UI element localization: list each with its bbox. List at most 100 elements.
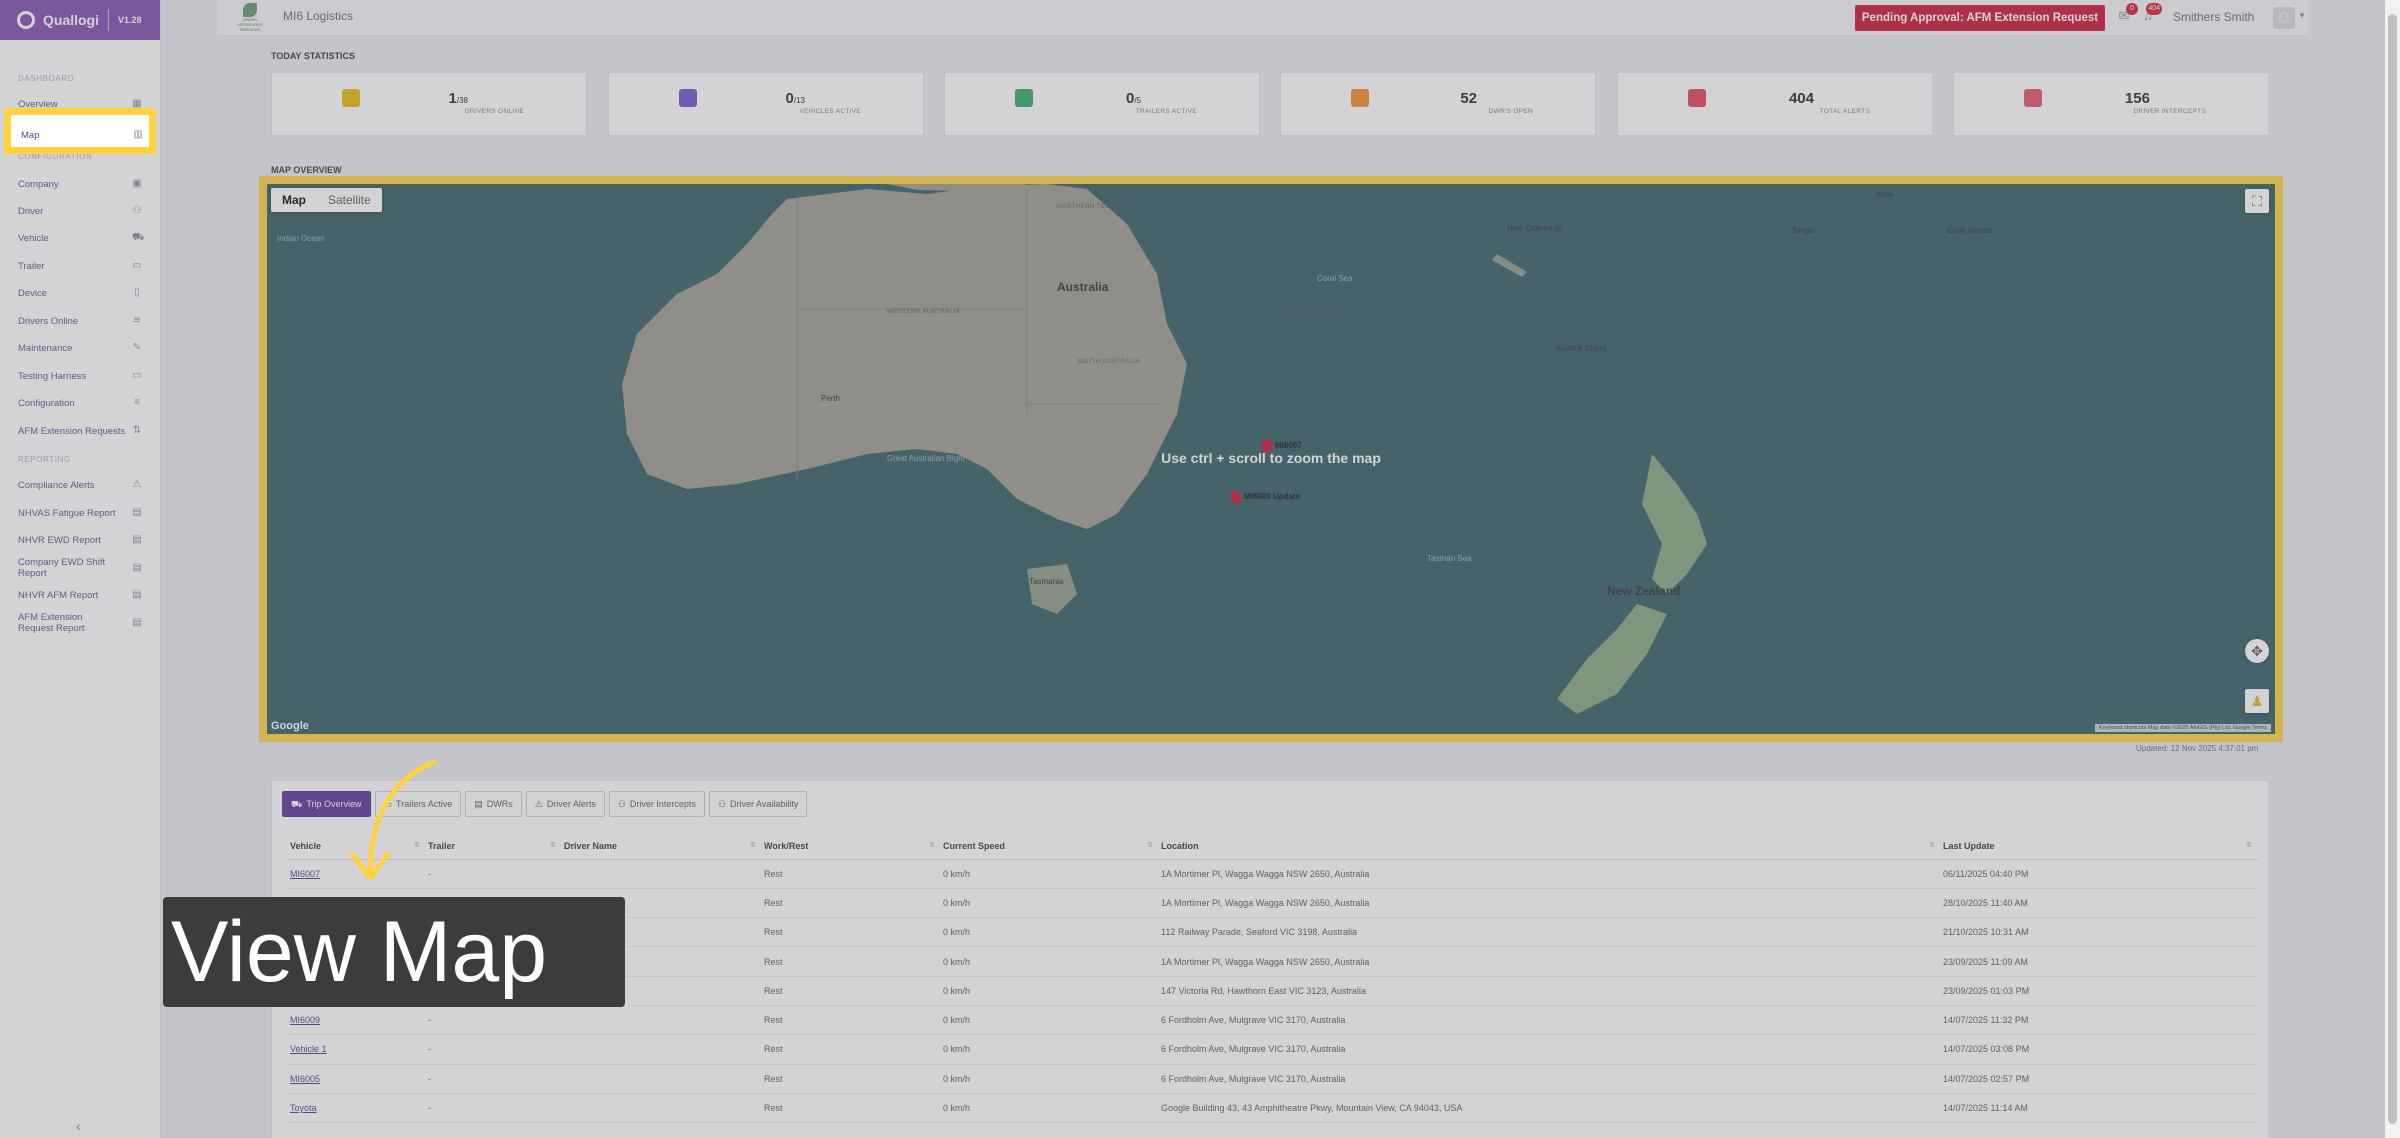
collapse-sidebar-icon[interactable]: ‹ [76, 1118, 81, 1134]
table-row[interactable]: Toyota - Rest 0 km/h Google Building 43, 43 … [288, 1093, 2258, 1124]
sort-icon[interactable]: ⇅ [550, 841, 556, 849]
sidebar-item-device[interactable]: Device ▯ [18, 283, 142, 303]
version-label: V1.28 [118, 15, 142, 25]
stat-card-driver-intercepts[interactable]: 156 DRIVER INTERCEPTS [1953, 72, 2269, 136]
wrench-icon: ✎ [132, 342, 142, 353]
warning-icon: ⚠ [534, 799, 543, 809]
sidebar-item-trailer[interactable]: Trailer ▭ [18, 256, 142, 276]
map-attribution[interactable]: Keyboard shortcuts Map data ©2025 AfriGI… [2094, 724, 2271, 732]
document-icon: ▤ [474, 799, 483, 809]
avatar[interactable]: ⚇ [2273, 7, 2295, 29]
vehicle-link[interactable]: Toyota [288, 1093, 426, 1124]
map-zoom-hint: Use ctrl + scroll to zoom the map [1161, 450, 1381, 466]
sort-icon[interactable]: ⇅ [1147, 841, 1153, 849]
sidebar-item-vehicle[interactable]: Vehicle ⛟ [18, 228, 145, 248]
stat-card-drivers-online[interactable]: 1/38 DRIVERS ONLINE [271, 72, 587, 136]
table-row[interactable]: Vehicle 1- Rest 0 km/h 6 Fordholm Ave, Mulg… [288, 1034, 2258, 1065]
sidebar-item-company-ewd-shift-report[interactable]: Company EWD Shift Report ▤ [18, 557, 142, 579]
map-icon: ▥ [133, 129, 143, 140]
user-name[interactable]: Smithers Smith [2173, 10, 2254, 24]
map-camera-control-icon[interactable]: ✥ [2245, 639, 2269, 663]
table-cell: 6 Fordholm Ave, Mulgrave VIC 3170, Austr… [1159, 1005, 1941, 1036]
brand-header[interactable]: Quallogi V1.28 [0, 0, 160, 40]
sidebar-item-compliance-alerts[interactable]: Compliance Alerts ⚠ [18, 475, 142, 495]
document-icon: ▤ [132, 534, 142, 545]
table-cell: 1A Mortimer Pl, Wagga Wagga NSW 2650, Au… [1159, 946, 1941, 977]
column-header-last-update[interactable]: Last Update ⇅ [1941, 833, 2258, 860]
sidebar-item-afm-extension-requests[interactable]: AFM Extension Requests ⇅ [18, 421, 142, 441]
map-label-niue: Niue [1877, 190, 1894, 199]
column-header-work-rest[interactable]: Work/Rest ⇅ [762, 833, 941, 860]
table-cell: Rest [762, 1093, 941, 1124]
sidebar-item-label: Trailer [18, 260, 45, 272]
sidebar-item-company[interactable]: Company ▣ [18, 174, 142, 194]
sidebar-item-nhvr-afm-report[interactable]: NHVR AFM Report ▤ [18, 585, 142, 605]
vehicle-marker-label: MI6009 Update [1244, 492, 1301, 501]
sidebar-item-testing-harness[interactable]: Testing Harness ▭ [18, 366, 142, 386]
sort-icon[interactable]: ⇅ [929, 841, 935, 849]
sidebar-item-map-highlight[interactable]: Map ▥ [4, 108, 156, 154]
sidebar-item-afm-extension-request-report[interactable]: AFM Extension Request Report ▤ [18, 610, 142, 636]
table-row[interactable]: MI6009- Rest 0 km/h 6 Fordholm Ave, Mulgrav… [288, 1005, 2258, 1036]
vehicle-link[interactable]: MI6009 [288, 1005, 426, 1036]
scrollbar-thumb[interactable] [2388, 14, 2397, 1124]
sidebar-item-nhvas-fatigue-report[interactable]: NHVAS Fatigue Report ▤ [18, 503, 142, 523]
fullscreen-icon[interactable]: ⛶ [2245, 189, 2269, 213]
tab-driver-availability[interactable]: ⚇ Driver Availability [708, 791, 808, 817]
vehicle-link[interactable]: Vehicle 1 [288, 1034, 426, 1065]
notifications-icon[interactable]: ✉ 0 [2116, 3, 2138, 24]
table-row[interactable]: MI6005- Rest 0 km/h 6 Fordholm Ave, Mulgrav… [288, 1064, 2258, 1094]
stat-card-total-alerts[interactable]: 404 TOTAL ALERTS [1617, 72, 1933, 136]
wifi-icon: ≋ [132, 315, 142, 326]
chevron-down-icon[interactable]: ▼ [2298, 11, 2306, 20]
topbar: GREEN MESSENGER SERVICES MI6 Logistics P… [218, 0, 2308, 36]
sidebar-item-map[interactable]: Map ▥ [21, 125, 143, 145]
page-scrollbar[interactable] [2385, 0, 2400, 1138]
map-type-satellite-button[interactable]: Satellite [317, 188, 382, 212]
new-caledonia-landmass [1492, 254, 1527, 277]
map-container[interactable]: Australia New Zealand NORTHERN TERRITORY… [259, 176, 2283, 742]
map-type-map-button[interactable]: Map [271, 188, 317, 212]
table-cell: 6 Fordholm Ave, Mulgrave VIC 3170, Austr… [1159, 1064, 1941, 1094]
papua-landmass [887, 184, 1027, 192]
tab-dwrs[interactable]: ▤ DWRs [465, 791, 522, 817]
pegman-icon[interactable]: ♟ [2245, 689, 2269, 713]
sidebar-item-maintenance[interactable]: Maintenance ✎ [18, 338, 142, 358]
user-x-icon: ⚇ [617, 799, 626, 809]
map-label-perth: Perth [821, 394, 841, 403]
monitor-icon: ▭ [132, 370, 142, 381]
column-label: Vehicle [290, 840, 322, 851]
bell-icon[interactable]: ♫ 404 [2140, 3, 2162, 24]
sort-icon[interactable]: ⇅ [1929, 841, 1935, 849]
pending-approval-button[interactable]: Pending Approval: AFM Extension Request [1855, 5, 2105, 31]
callout-arrow [349, 759, 437, 881]
sidebar-item-configuration[interactable]: Configuration ≡ [18, 393, 142, 413]
document-icon: ▤ [132, 507, 142, 518]
column-header-current-speed[interactable]: Current Speed ⇅ [941, 833, 1159, 860]
tab-driver-intercepts[interactable]: ⚇ Driver Intercepts [608, 791, 705, 817]
map-label-wa: WESTERN AUSTRALIA [887, 309, 961, 315]
truck-icon: ⛟ [291, 799, 303, 809]
vehicle-link[interactable]: MI6005 [288, 1064, 426, 1094]
document-icon: ▤ [132, 617, 142, 628]
sidebar-item-drivers-online[interactable]: Drivers Online ≋ [18, 311, 142, 331]
company-name: MI6 Logistics [283, 9, 354, 23]
stat-card-vehicles-active[interactable]: 0/13 VEHICLES ACTIVE [608, 72, 924, 136]
vehicle-marker[interactable] [1231, 491, 1241, 503]
sidebar-item-label: Compliance Alerts [18, 479, 95, 491]
sort-icon[interactable]: ⇅ [750, 841, 756, 849]
stat-label: VEHICLES ACTIVE [799, 108, 861, 115]
sidebar-section-reporting: REPORTING [18, 455, 71, 464]
stat-card-trailers-active[interactable]: 0/5 TRAILERS ACTIVE [944, 72, 1260, 136]
sidebar-item-nhvr-ewd-report[interactable]: NHVR EWD Report ▤ [18, 530, 142, 550]
sliders-icon: ≡ [134, 397, 140, 408]
sidebar-item-driver[interactable]: Driver ⚇ [18, 201, 142, 221]
sort-icon[interactable]: ⇅ [2246, 841, 2252, 849]
tab-driver-alerts[interactable]: ⚠ Driver Alerts [525, 791, 605, 817]
table-row[interactable]: MI6007- Rest 0 km/h 1A Mortimer Pl, Wagga W… [288, 859, 2258, 889]
truck-icon: ⛟ [132, 232, 145, 243]
column-header-location[interactable]: Location ⇅ [1159, 833, 1941, 860]
column-header-driver-name[interactable]: Driver Name ⇅ [562, 833, 762, 860]
stat-card-dwrs-open[interactable]: 52 DWR'S OPEN [1280, 72, 1596, 136]
driver-intercept-icon [2024, 89, 2042, 107]
